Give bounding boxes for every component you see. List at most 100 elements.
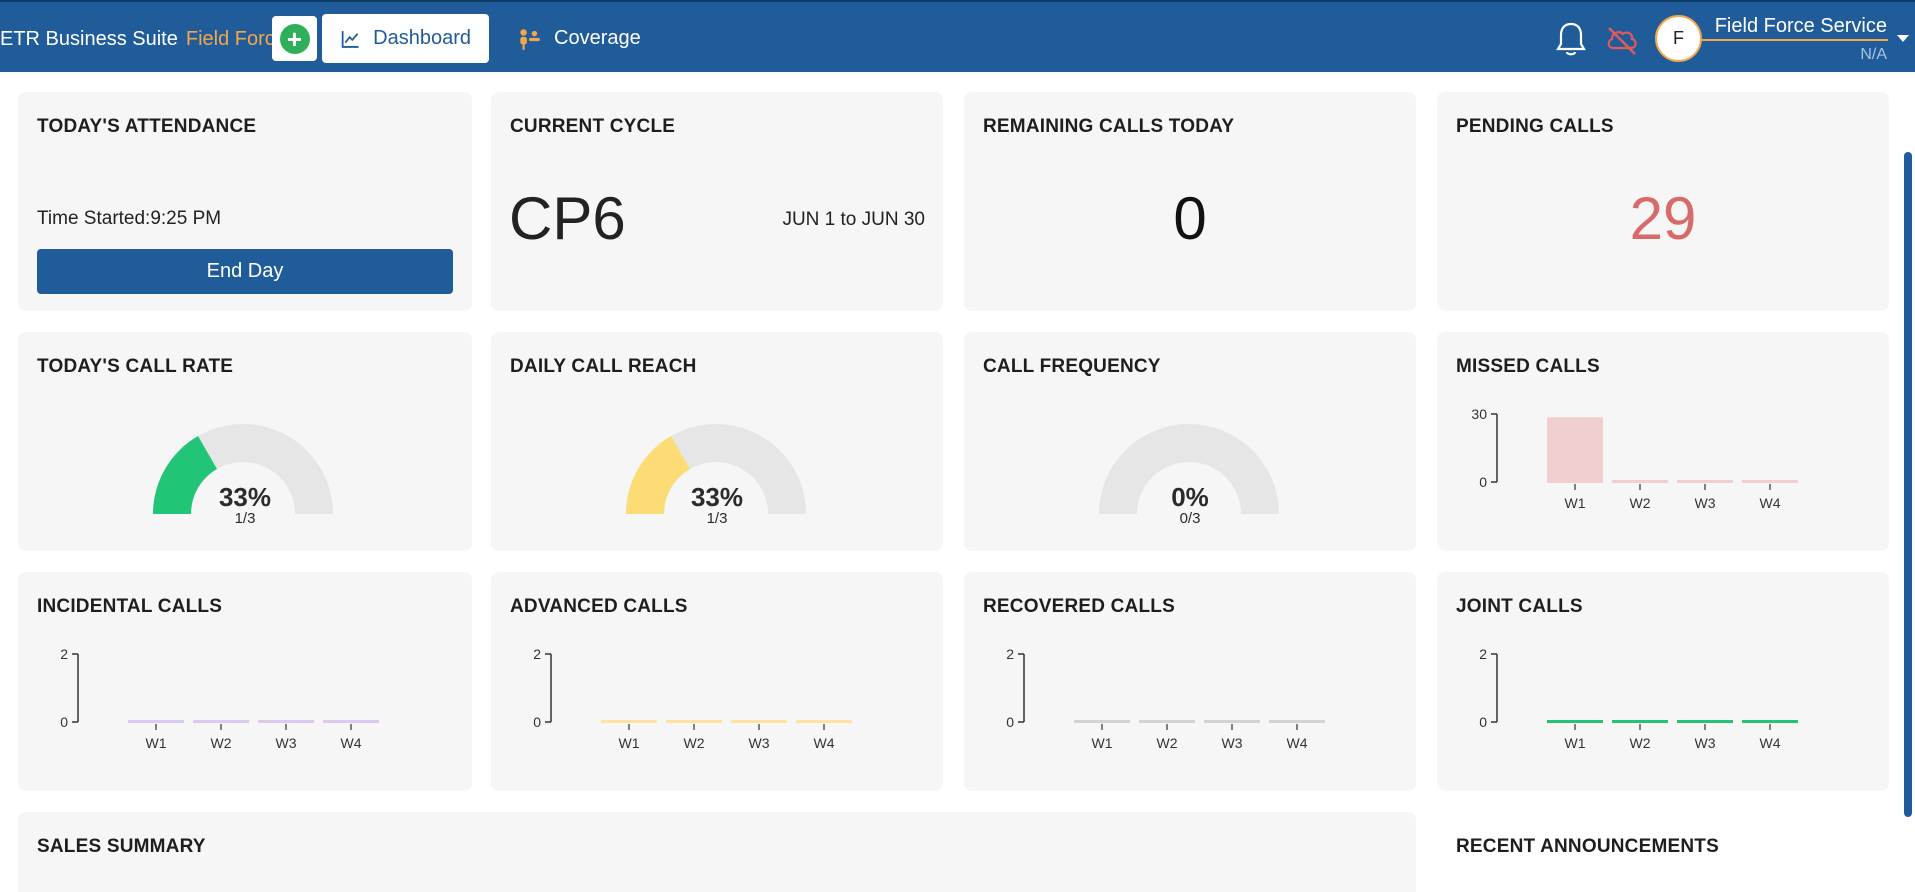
cloud-offline-icon[interactable]: [1604, 22, 1640, 58]
advanced-calls-card: ADVANCED CALLS 0 2 W1 W2 W3 W4: [491, 572, 943, 791]
x-tick-label: W2: [211, 735, 232, 751]
cycle-code: CP6: [509, 185, 626, 252]
brand-name: ETR Business Suite: [0, 28, 178, 50]
y-tick-label: 0: [60, 714, 68, 730]
pending-calls-card: PENDING CALLS 29: [1437, 92, 1889, 311]
bar-w1[interactable]: [128, 720, 184, 723]
x-tick-label: W1: [146, 735, 167, 751]
gauge-percent: 33%: [218, 482, 272, 512]
x-tick-label: W4: [1760, 495, 1781, 511]
x-tick-label: W2: [1157, 735, 1178, 751]
bar-w4[interactable]: [323, 720, 379, 723]
card-title: TODAY'S ATTENDANCE: [37, 116, 257, 137]
x-tick-label: W2: [1630, 495, 1651, 511]
bar-w4[interactable]: [796, 720, 852, 723]
card-title: INCIDENTAL CALLS: [37, 596, 223, 617]
bar-w2[interactable]: [666, 720, 722, 723]
card-title: CALL FREQUENCY: [983, 356, 1161, 377]
bar-w2[interactable]: [193, 720, 249, 723]
bar-w4[interactable]: [1269, 720, 1325, 723]
recovered-calls-chart: 0 2 W1 W2 W3 W4: [1006, 646, 1325, 751]
bar-w1[interactable]: [1074, 720, 1130, 723]
user-name[interactable]: Field Force Service: [1715, 15, 1887, 38]
bar-w3[interactable]: [731, 720, 787, 723]
card-title: PENDING CALLS: [1456, 116, 1614, 137]
x-tick-label: W3: [1222, 735, 1243, 751]
bar-w1[interactable]: [601, 720, 657, 723]
plus-icon: +: [279, 23, 310, 54]
tab-dashboard[interactable]: Dashboard: [322, 14, 489, 63]
joint-calls-card: JOINT CALLS 0 2 W1 W2 W3 W4: [1437, 572, 1889, 791]
missed-calls-chart: 0 30 W1 W2 W3 W4: [1471, 406, 1798, 511]
bar-w4[interactable]: [1742, 720, 1798, 723]
x-tick-label: W1: [619, 735, 640, 751]
cycle-range: JUN 1 to JUN 30: [782, 209, 925, 230]
x-tick-label: W1: [1565, 495, 1586, 511]
bar-w3[interactable]: [1677, 480, 1733, 483]
recovered-calls-card: RECOVERED CALLS 0 2 W1 W2 W3 W4: [964, 572, 1416, 791]
brand-module: Field Force: [185, 28, 286, 50]
card-title: DAILY CALL REACH: [510, 356, 697, 377]
y-tick-label: 0: [533, 714, 541, 730]
missed-calls-card: MISSED CALLS 0 30 W1 W2 W3 W4: [1437, 332, 1889, 551]
card-title: JOINT CALLS: [1456, 596, 1583, 617]
x-tick-label: W2: [684, 735, 705, 751]
user-underline: [1700, 39, 1888, 41]
top-navbar: ETR Business Suite Field Force + Dashboar…: [0, 0, 1915, 72]
bar-w2[interactable]: [1612, 720, 1668, 723]
scrollbar-thumb[interactable]: [1904, 152, 1912, 817]
gauge-ratio: 0/3: [1179, 510, 1201, 527]
card-title: CURRENT CYCLE: [510, 116, 676, 137]
end-day-button[interactable]: End Day: [37, 249, 453, 294]
y-tick-label: 0: [1006, 714, 1014, 730]
incidental-calls-card: INCIDENTAL CALLS 0 2 W1 W2 W3 W4: [18, 572, 472, 791]
call-rate-card: TODAY'S CALL RATE 33% 1/3: [18, 332, 472, 551]
bar-w3[interactable]: [1204, 720, 1260, 723]
avatar[interactable]: F: [1655, 15, 1702, 62]
x-tick-label: W3: [1695, 735, 1716, 751]
card-title: SALES SUMMARY: [37, 836, 206, 857]
caret-down-icon[interactable]: [1897, 35, 1909, 42]
call-reach-card: DAILY CALL REACH 33% 1/3: [491, 332, 943, 551]
y-tick-label: 0: [1479, 474, 1487, 490]
tab-coverage[interactable]: Coverage: [498, 14, 659, 63]
y-tick-label: 30: [1471, 406, 1487, 422]
gauge-ratio: 1/3: [706, 510, 728, 527]
bar-w4[interactable]: [1742, 480, 1798, 483]
app-brand[interactable]: ETR Business Suite Field Force: [0, 28, 286, 51]
x-tick-label: W4: [341, 735, 362, 751]
remaining-calls-value: 0: [1173, 185, 1207, 252]
bar-w1[interactable]: [1547, 417, 1603, 483]
joint-calls-chart: 0 2 W1 W2 W3 W4: [1479, 646, 1798, 751]
x-tick-label: W2: [1630, 735, 1651, 751]
x-tick-label: W3: [1695, 495, 1716, 511]
bar-w1[interactable]: [1547, 720, 1603, 723]
announcements-card: RECENT ANNOUNCEMENTS: [1437, 812, 1889, 892]
x-tick-label: W4: [814, 735, 835, 751]
bar-w2[interactable]: [1612, 480, 1668, 483]
advanced-calls-chart: 0 2 W1 W2 W3 W4: [533, 646, 852, 751]
gauge-ratio: 1/3: [234, 510, 256, 527]
x-tick-label: W3: [749, 735, 770, 751]
y-tick-label: 2: [533, 646, 541, 662]
user-role: N/A: [1860, 46, 1887, 63]
card-title: TODAY'S CALL RATE: [37, 356, 234, 377]
y-tick-label: 0: [1479, 714, 1487, 730]
call-frequency-card: CALL FREQUENCY 0% 0/3: [964, 332, 1416, 551]
bar-w3[interactable]: [258, 720, 314, 723]
sales-summary-card: SALES SUMMARY: [18, 812, 1416, 892]
bar-w2[interactable]: [1139, 720, 1195, 723]
gauge-percent: 0%: [1171, 482, 1209, 512]
x-tick-label: W3: [276, 735, 297, 751]
attendance-card: TODAY'S ATTENDANCE Time Started:9:25 PM …: [18, 92, 472, 311]
x-tick-label: W1: [1565, 735, 1586, 751]
pending-calls-value: 29: [1629, 185, 1697, 252]
add-button[interactable]: +: [272, 16, 317, 61]
bell-icon[interactable]: [1553, 20, 1589, 58]
card-title: MISSED CALLS: [1456, 356, 1600, 377]
card-title: ADVANCED CALLS: [510, 596, 688, 617]
tab-coverage-label: Coverage: [554, 27, 641, 49]
incidental-calls-chart: 0 2 W1 W2 W3 W4: [60, 646, 379, 751]
bar-w3[interactable]: [1677, 720, 1733, 723]
scrollbar[interactable]: [1901, 72, 1915, 881]
